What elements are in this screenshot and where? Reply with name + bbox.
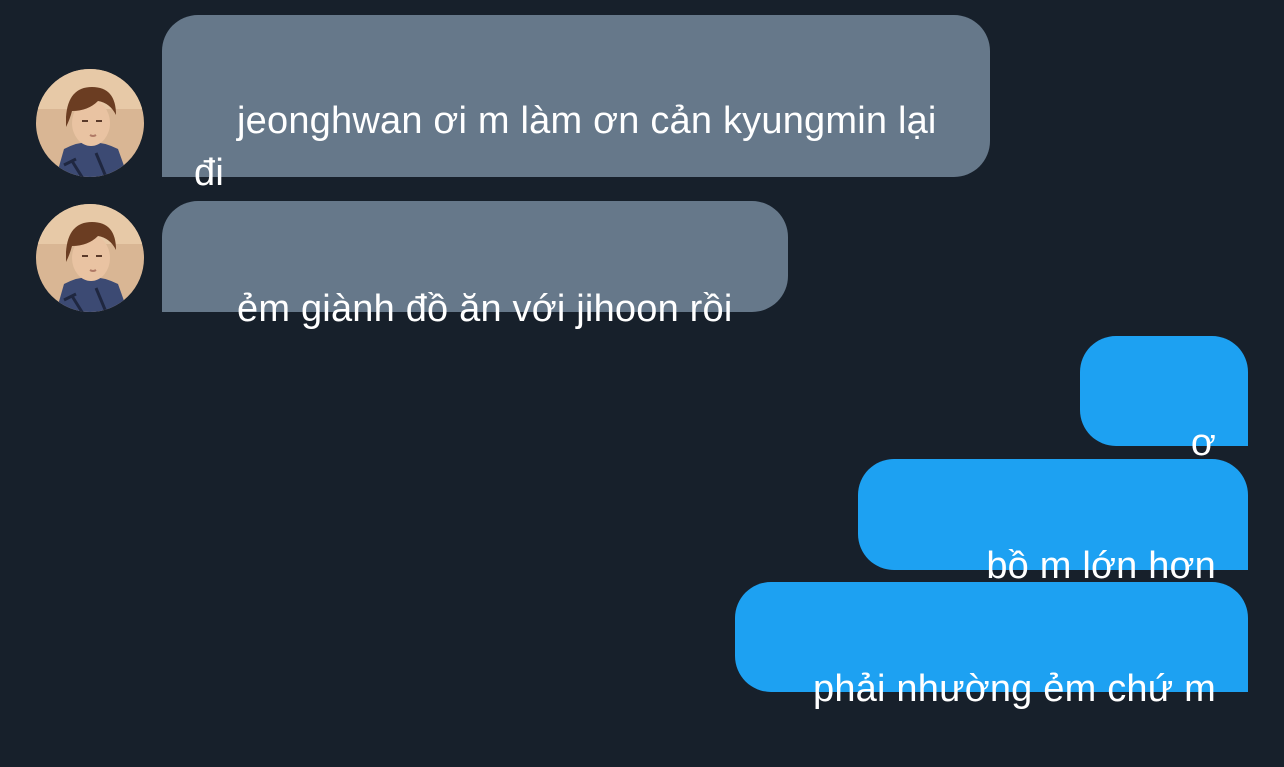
outgoing-message-bubble[interactable]: phải nhường ẻm chứ m — [735, 582, 1248, 710]
incoming-message-bubble[interactable]: jeonghwan ơi m làm ơn cản kyungmin lại đ… — [162, 15, 990, 194]
profile-photo-icon — [36, 69, 144, 177]
message-text: phải nhường ẻm chứ m — [813, 668, 1216, 710]
message-text: ẻm giành đồ ăn với jihoon rồi — [237, 288, 733, 330]
outgoing-message-bubble[interactable]: bồ m lớn hơn ẻm — [858, 459, 1248, 639]
outgoing-message-bubble[interactable]: ơ hay — [1080, 336, 1248, 516]
avatar[interactable] — [36, 69, 144, 177]
profile-photo-icon — [36, 204, 144, 312]
avatar[interactable] — [36, 204, 144, 312]
message-text: jeonghwan ơi m làm ơn cản kyungmin lại đ… — [194, 100, 948, 194]
incoming-message-bubble[interactable]: ẻm giành đồ ăn với jihoon rồi — [162, 201, 788, 330]
conversation-thread: jeonghwan ơi m làm ơn cản kyungmin lại đ… — [0, 0, 1284, 710]
